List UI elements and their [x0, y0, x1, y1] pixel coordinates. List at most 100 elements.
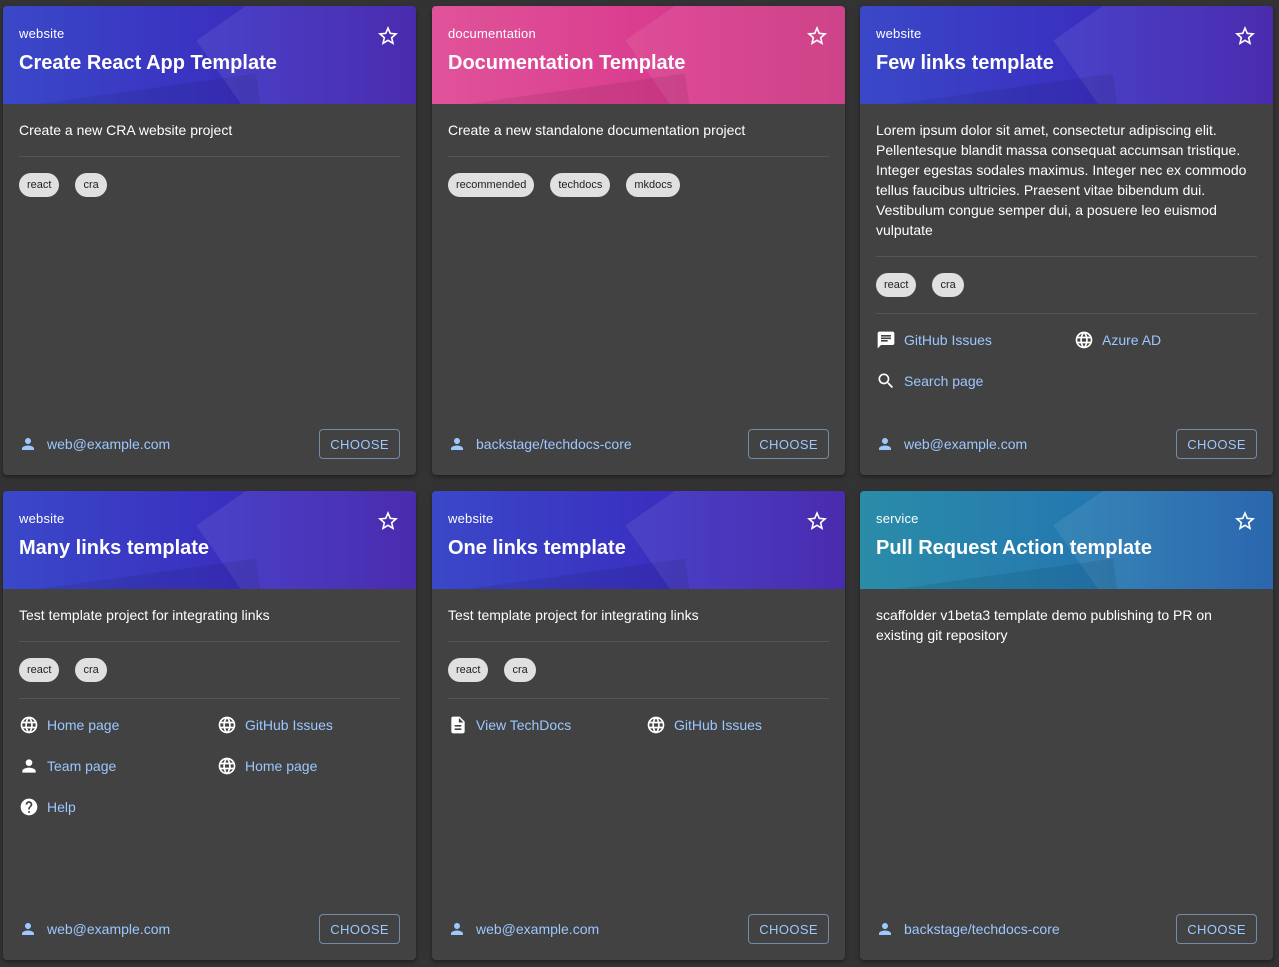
person-icon — [22, 923, 34, 935]
document-icon — [451, 716, 465, 734]
card-footer: backstage/techdocs-core CHOOSE — [876, 914, 1257, 944]
owner-link[interactable]: web@example.com — [19, 435, 170, 453]
choose-button[interactable]: CHOOSE — [319, 429, 400, 459]
owner-label: web@example.com — [904, 436, 1028, 452]
link-github-issues[interactable]: GitHub Issues — [646, 715, 828, 735]
template-kind: website — [876, 26, 922, 41]
link-azure-ad[interactable]: Azure AD — [1074, 330, 1256, 350]
link-list: Home page GitHub Issues Team page Home p… — [19, 698, 400, 817]
tag-chip: react — [448, 658, 489, 682]
globe-icon — [20, 716, 38, 734]
link-label: View TechDocs — [476, 717, 572, 733]
link-github-issues[interactable]: GitHub Issues — [876, 330, 1074, 350]
link-home-page[interactable]: Home page — [217, 756, 399, 776]
template-title: Pull Request Action template — [876, 537, 1152, 559]
link-list: View TechDocs GitHub Issues — [448, 698, 829, 735]
link-view-techdocs[interactable]: View TechDocs — [448, 715, 646, 735]
link-label: Team page — [47, 758, 117, 774]
star-icon[interactable] — [376, 509, 400, 533]
star-icon[interactable] — [805, 24, 829, 48]
link-github-issues[interactable]: GitHub Issues — [217, 715, 399, 735]
tag-list: recommended techdocs mkdocs — [448, 157, 829, 213]
owner-link[interactable]: web@example.com — [448, 920, 599, 938]
link-label: Help — [47, 799, 76, 815]
tag-chip: cra — [504, 658, 536, 682]
owner-link[interactable]: backstage/techdocs-core — [876, 920, 1060, 938]
link-search-page[interactable]: Search page — [876, 371, 1074, 391]
template-description: Create a new CRA website project — [19, 120, 400, 157]
globe-icon — [218, 757, 236, 775]
star-icon[interactable] — [1233, 509, 1257, 533]
link-home-page[interactable]: Home page — [19, 715, 217, 735]
choose-button[interactable]: CHOOSE — [748, 429, 829, 459]
link-label: Home page — [245, 758, 318, 774]
tag-list: react cra — [448, 642, 829, 698]
template-kind: website — [19, 511, 65, 526]
star-icon[interactable] — [1233, 24, 1257, 48]
tag-chip: react — [876, 273, 917, 297]
card-body: Lorem ipsum dolor sit amet, consectetur … — [860, 104, 1273, 429]
owner-link[interactable]: backstage/techdocs-core — [448, 435, 632, 453]
template-card: website Few links template Lorem ipsum d… — [860, 6, 1273, 475]
card-header: website Few links template — [860, 6, 1273, 104]
star-icon[interactable] — [805, 509, 829, 533]
search-icon — [878, 373, 894, 389]
owner-link[interactable]: web@example.com — [19, 920, 170, 938]
tag-list: react cra — [19, 157, 400, 213]
template-card: website Many links template Test templat… — [3, 491, 416, 960]
link-help[interactable]: Help — [19, 797, 217, 817]
tag-chip: techdocs — [550, 173, 611, 197]
tag-chip: react — [19, 173, 60, 197]
card-header: website Many links template — [3, 491, 416, 589]
template-card: website One links template Test template… — [432, 491, 845, 960]
template-card: website Create React App Template Create… — [3, 6, 416, 475]
card-footer: web@example.com CHOOSE — [19, 914, 400, 944]
template-grid: website Create React App Template Create… — [0, 0, 1279, 967]
template-title: One links template — [448, 537, 626, 559]
person-icon — [22, 759, 36, 773]
tag-chip: cra — [932, 273, 964, 297]
globe-icon — [647, 716, 665, 734]
template-kind: website — [19, 26, 65, 41]
template-card: documentation Documentation Template Cre… — [432, 6, 845, 475]
owner-label: web@example.com — [47, 921, 171, 937]
link-label: GitHub Issues — [904, 332, 992, 348]
owner-label: backstage/techdocs-core — [476, 436, 632, 452]
person-icon — [879, 923, 891, 935]
template-card: service Pull Request Action template sca… — [860, 491, 1273, 960]
template-title: Many links template — [19, 537, 210, 559]
card-body: Create a new standalone documentation pr… — [432, 104, 845, 429]
chat-icon — [877, 331, 895, 349]
globe-icon — [1075, 331, 1093, 349]
choose-button[interactable]: CHOOSE — [748, 914, 829, 944]
person-icon — [22, 438, 34, 450]
tag-chip: cra — [75, 173, 107, 197]
owner-link[interactable]: web@example.com — [876, 435, 1027, 453]
choose-button[interactable]: CHOOSE — [1176, 429, 1257, 459]
choose-button[interactable]: CHOOSE — [319, 914, 400, 944]
owner-label: backstage/techdocs-core — [904, 921, 1060, 937]
tag-chip: cra — [75, 658, 107, 682]
card-footer: backstage/techdocs-core CHOOSE — [448, 429, 829, 459]
person-icon — [879, 438, 891, 450]
card-footer: web@example.com CHOOSE — [876, 429, 1257, 459]
tag-chip: react — [19, 658, 60, 682]
tag-list: react cra — [19, 642, 400, 698]
card-body: Test template project for integrating li… — [432, 589, 845, 914]
choose-button[interactable]: CHOOSE — [1176, 914, 1257, 944]
card-footer: web@example.com CHOOSE — [19, 429, 400, 459]
link-team-page[interactable]: Team page — [19, 756, 217, 776]
card-header: service Pull Request Action template — [860, 491, 1273, 589]
template-description: Test template project for integrating li… — [448, 605, 829, 642]
card-body: Create a new CRA website project react c… — [3, 104, 416, 429]
star-icon[interactable] — [376, 24, 400, 48]
link-label: Azure AD — [1102, 332, 1162, 348]
card-body: scaffolder v1beta3 template demo publish… — [860, 589, 1273, 914]
template-title: Few links template — [876, 52, 1054, 74]
tag-list: react cra — [876, 257, 1257, 313]
card-footer: web@example.com CHOOSE — [448, 914, 829, 944]
template-title: Create React App Template — [19, 52, 277, 74]
link-label: GitHub Issues — [674, 717, 762, 733]
template-description: Create a new standalone documentation pr… — [448, 120, 829, 157]
owner-label: web@example.com — [47, 436, 171, 452]
